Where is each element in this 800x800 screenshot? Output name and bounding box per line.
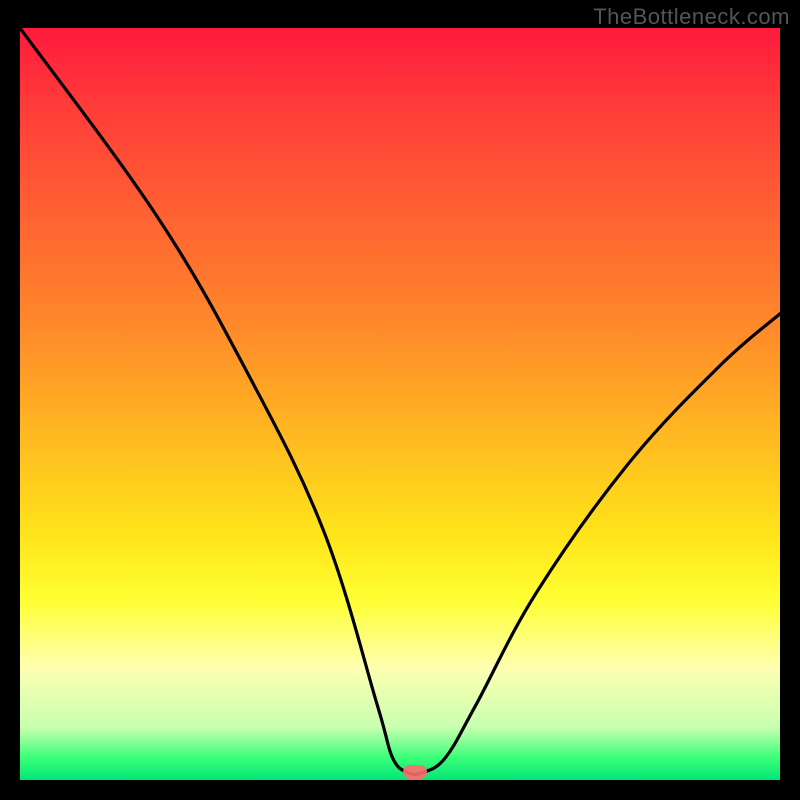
- plot-area: [20, 28, 780, 780]
- optimal-point-marker: [403, 765, 427, 779]
- bottleneck-curve: [20, 28, 780, 780]
- watermark-text: TheBottleneck.com: [593, 4, 790, 30]
- chart-frame: TheBottleneck.com: [0, 0, 800, 800]
